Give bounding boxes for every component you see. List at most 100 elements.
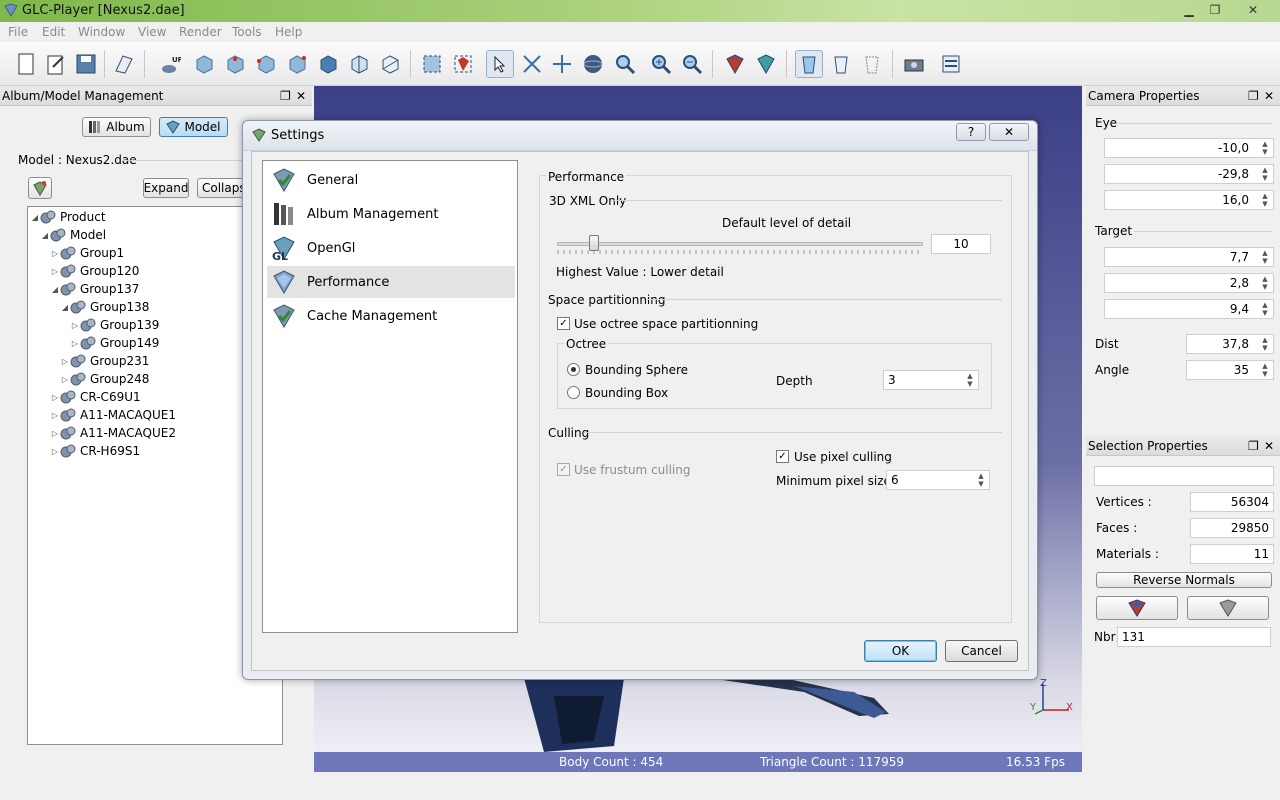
menu-help[interactable]: Help bbox=[275, 25, 302, 39]
spin-arrows-icon[interactable]: ▲ ▼ bbox=[1259, 275, 1271, 291]
depth-spinbox[interactable]: 3 ▲ ▼ bbox=[883, 370, 979, 390]
float-panel-button[interactable]: ❐ bbox=[1248, 86, 1259, 106]
lod-slider-handle[interactable] bbox=[588, 235, 599, 251]
close-window-button[interactable]: ✕ bbox=[1242, 1, 1264, 19]
dist-field[interactable]: 37,8 ▲ ▼ bbox=[1186, 334, 1274, 354]
bounding-box-radio[interactable] bbox=[567, 386, 580, 399]
lod-value-field[interactable]: 10 bbox=[931, 234, 991, 254]
close-panel-button[interactable]: ✕ bbox=[1264, 86, 1274, 106]
collapsed-arrow-icon[interactable]: ▷ bbox=[70, 321, 80, 330]
close-panel-button[interactable]: ✕ bbox=[296, 86, 306, 106]
spin-arrows-icon[interactable]: ▲ ▼ bbox=[1259, 140, 1271, 156]
angle-field[interactable]: 35 ▲ ▼ bbox=[1186, 360, 1274, 380]
tree-node[interactable]: ◢ Product bbox=[30, 208, 106, 226]
collapsed-arrow-icon[interactable]: ▷ bbox=[50, 267, 60, 276]
target-z-field[interactable]: 9,4 ▲ ▼ bbox=[1104, 299, 1274, 319]
open-file-icon[interactable] bbox=[42, 50, 70, 78]
top-view-icon[interactable] bbox=[345, 50, 373, 78]
zoom-in-icon[interactable] bbox=[647, 50, 675, 78]
menu-window[interactable]: Window bbox=[78, 25, 125, 39]
collapsed-arrow-icon[interactable]: ▷ bbox=[60, 375, 70, 384]
nav-opengl[interactable]: GL OpenGl bbox=[267, 232, 515, 264]
menu-edit[interactable]: Edit bbox=[42, 25, 65, 39]
zoom-out-icon[interactable] bbox=[678, 50, 706, 78]
model-button[interactable]: Model bbox=[159, 117, 228, 137]
material-shading-icon[interactable] bbox=[721, 50, 749, 78]
use-pixel-checkbox[interactable]: ✓ bbox=[776, 450, 789, 463]
album-button[interactable]: Album bbox=[82, 117, 151, 137]
back-view-icon[interactable] bbox=[283, 50, 311, 78]
nav-cache-management[interactable]: Cache Management bbox=[267, 300, 515, 332]
tree-node[interactable]: ▷ CR-H69S1 bbox=[50, 442, 140, 460]
target-x-field[interactable]: 7,7 ▲ ▼ bbox=[1104, 247, 1274, 267]
spin-arrows-icon[interactable]: ▲ ▼ bbox=[1259, 301, 1271, 317]
spin-arrows-icon[interactable]: ▲ ▼ bbox=[1259, 192, 1271, 208]
tree-node[interactable]: ◢ Group138 bbox=[60, 298, 150, 316]
expanded-arrow-icon[interactable]: ◢ bbox=[40, 231, 50, 240]
snapshot-icon[interactable] bbox=[900, 50, 928, 78]
tree-node[interactable]: ▷ Group231 bbox=[60, 352, 150, 370]
tree-node[interactable]: ▷ Group120 bbox=[50, 262, 140, 280]
ok-button[interactable]: OK bbox=[864, 640, 937, 662]
spin-arrows-icon[interactable]: ▲ ▼ bbox=[975, 472, 987, 488]
eye-y-field[interactable]: -29,8 ▲ ▼ bbox=[1104, 164, 1274, 184]
wire-shading-icon[interactable] bbox=[752, 50, 780, 78]
menu-file[interactable]: File bbox=[8, 25, 28, 39]
tree-node[interactable]: ▷ Group1 bbox=[50, 244, 124, 262]
up-view-icon[interactable]: UP bbox=[156, 50, 184, 78]
dialog-close-button[interactable]: ✕ bbox=[989, 123, 1029, 141]
min-pixel-spinbox[interactable]: 6 ▲ ▼ bbox=[886, 470, 990, 490]
expanded-arrow-icon[interactable]: ◢ bbox=[30, 213, 40, 222]
collapsed-arrow-icon[interactable]: ▷ bbox=[60, 357, 70, 366]
tree-node[interactable]: ▷ Group149 bbox=[70, 334, 160, 352]
spin-arrows-icon[interactable]: ▲ ▼ bbox=[1259, 249, 1271, 265]
render-clear-icon[interactable] bbox=[827, 50, 855, 78]
tree-node[interactable]: ◢ Group137 bbox=[50, 280, 140, 298]
selection-name-field[interactable] bbox=[1094, 466, 1274, 486]
front-view-icon[interactable] bbox=[221, 50, 249, 78]
tree-node[interactable]: ▷ Group139 bbox=[70, 316, 160, 334]
pan-fit-icon[interactable] bbox=[518, 50, 546, 78]
spin-arrows-icon[interactable]: ▲ ▼ bbox=[1259, 362, 1271, 378]
expanded-arrow-icon[interactable]: ◢ bbox=[50, 285, 60, 294]
float-panel-button[interactable]: ❐ bbox=[1248, 436, 1259, 456]
reverse-normals-button[interactable]: Reverse Normals bbox=[1096, 572, 1272, 588]
save-file-icon[interactable] bbox=[72, 50, 100, 78]
nbr-field[interactable]: 131 bbox=[1117, 627, 1271, 647]
collapsed-arrow-icon[interactable]: ▷ bbox=[50, 249, 60, 258]
maximize-button[interactable]: ❐ bbox=[1204, 1, 1226, 19]
tree-node[interactable]: ▷ A11-MACAQUE1 bbox=[50, 406, 176, 424]
close-panel-button[interactable]: ✕ bbox=[1264, 436, 1274, 456]
eye-z-field[interactable]: 16,0 ▲ ▼ bbox=[1104, 190, 1274, 210]
expand-button[interactable]: Expand bbox=[143, 178, 189, 198]
eye-x-field[interactable]: -10,0 ▲ ▼ bbox=[1104, 138, 1274, 158]
pan-icon[interactable] bbox=[548, 50, 576, 78]
render-bodies-icon[interactable] bbox=[795, 50, 823, 78]
settings-category-list[interactable]: General Album Management GL OpenGl Perfo… bbox=[262, 160, 518, 633]
bounding-sphere-radio[interactable] bbox=[567, 363, 580, 376]
target-y-field[interactable]: 2,8 ▲ ▼ bbox=[1104, 273, 1274, 293]
zoom-all-icon[interactable] bbox=[418, 50, 446, 78]
collapsed-arrow-icon[interactable]: ▷ bbox=[50, 447, 60, 456]
settings-panel-icon[interactable] bbox=[937, 50, 965, 78]
spin-arrows-icon[interactable]: ▲ ▼ bbox=[1259, 336, 1271, 352]
menu-view[interactable]: View bbox=[138, 25, 166, 39]
expanded-arrow-icon[interactable]: ◢ bbox=[60, 303, 70, 312]
show-model-button[interactable] bbox=[28, 177, 52, 199]
lod-slider[interactable] bbox=[557, 242, 923, 246]
menu-tools[interactable]: Tools bbox=[232, 25, 262, 39]
float-panel-button[interactable]: ❐ bbox=[280, 86, 291, 106]
collapsed-arrow-icon[interactable]: ▷ bbox=[50, 393, 60, 402]
use-octree-checkbox[interactable]: ✓ bbox=[557, 317, 570, 330]
zoom-selection-icon[interactable] bbox=[449, 50, 477, 78]
tree-node[interactable]: ▷ Group248 bbox=[60, 370, 150, 388]
spin-arrows-icon[interactable]: ▲ ▼ bbox=[1259, 166, 1271, 182]
select-cursor-icon[interactable] bbox=[486, 50, 514, 78]
nav-performance[interactable]: Performance bbox=[267, 266, 515, 298]
left-view-icon[interactable] bbox=[314, 50, 342, 78]
spin-arrows-icon[interactable]: ▲ ▼ bbox=[964, 372, 976, 388]
right-view-icon[interactable] bbox=[252, 50, 280, 78]
use-frustum-checkbox[interactable]: ✓ bbox=[557, 463, 570, 476]
orbit-icon[interactable] bbox=[579, 50, 607, 78]
minimize-button[interactable]: ▁ bbox=[1178, 1, 1200, 19]
